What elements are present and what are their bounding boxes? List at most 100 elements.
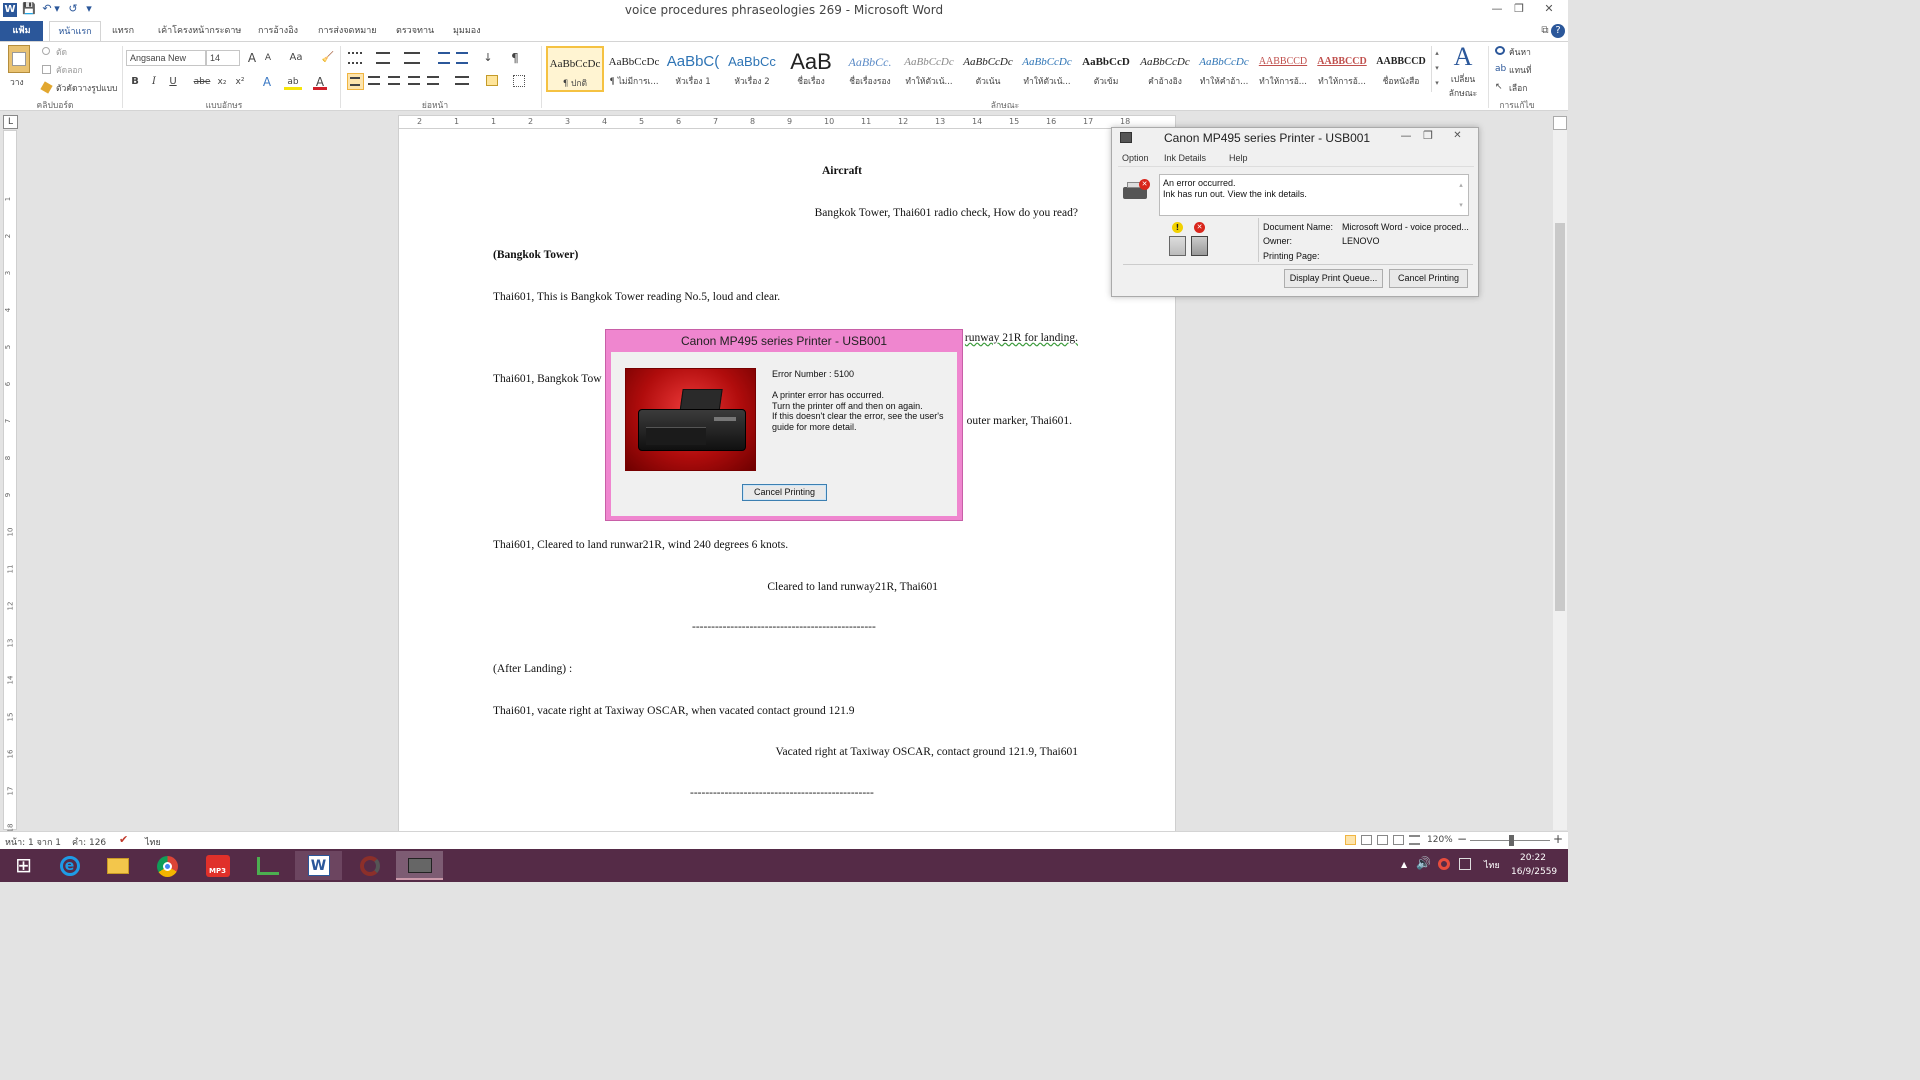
page-count[interactable]: หน้า: 1 จาก 1 <box>5 835 61 849</box>
decrease-indent-icon[interactable] <box>438 52 450 64</box>
bullets-icon[interactable] <box>348 52 362 64</box>
tab-review[interactable]: ตรวจทาน <box>388 21 442 41</box>
find-label[interactable]: ค้นหา <box>1509 45 1531 59</box>
web-layout-icon[interactable] <box>1377 835 1388 845</box>
replace-label[interactable]: แทนที่ <box>1509 63 1532 77</box>
style-emphasis[interactable]: AaBbCcDc ตัวเน้น <box>959 46 1017 92</box>
borders-icon[interactable] <box>513 75 525 87</box>
tab-mailings[interactable]: การส่งจดหมาย <box>310 21 385 41</box>
font-size-combo[interactable]: 14 <box>206 50 240 66</box>
bold-button[interactable]: B <box>128 74 142 90</box>
find-icon[interactable] <box>1495 46 1505 55</box>
copy-label[interactable]: คัดลอก <box>56 63 83 77</box>
scrollbar-thumb[interactable] <box>1555 223 1565 611</box>
styles-gallery[interactable]: AaBbCcDc ¶ ปกติ AaBbCcDc ¶ ไม่มีการเ... Aa… <box>546 46 1441 92</box>
select-icon[interactable]: ↖ <box>1495 82 1505 92</box>
cut-label[interactable]: ตัด <box>56 45 67 59</box>
format-painter-label[interactable]: ตัวคัดวางรูปแบบ <box>56 81 117 95</box>
align-center-button[interactable] <box>368 76 380 85</box>
shading-icon[interactable] <box>486 75 498 86</box>
display-print-queue-button[interactable]: Display Print Queue... <box>1284 269 1383 288</box>
cut-icon[interactable] <box>42 47 50 55</box>
tab-home[interactable]: หน้าแรก <box>49 21 101 41</box>
clock-time[interactable]: 20:22 <box>1520 853 1546 863</box>
word-count[interactable]: คำ: 126 <box>72 835 106 849</box>
justify-button[interactable] <box>408 76 420 85</box>
tray-overflow-icon[interactable]: ▲ <box>1401 860 1407 869</box>
tray-app-icon[interactable] <box>1438 858 1450 870</box>
zoom-out-button[interactable]: − <box>1457 832 1467 846</box>
change-styles-label[interactable]: เปลี่ยน ลักษณะ <box>1441 72 1485 100</box>
tab-file[interactable]: แฟ้ม <box>0 21 43 41</box>
grow-font-icon[interactable]: A <box>245 50 259 66</box>
start-button[interactable]: ⊞ <box>0 851 47 880</box>
monitor-cancel-printing-button[interactable]: Cancel Printing <box>1389 269 1468 288</box>
show-formatting-icon[interactable]: ¶ <box>508 50 522 66</box>
tab-references[interactable]: การอ้างอิง <box>250 21 306 41</box>
select-label[interactable]: เลือก <box>1509 81 1527 95</box>
language-indicator[interactable]: ไทย <box>145 835 161 849</box>
stats-app-taskbar-icon[interactable] <box>244 851 291 880</box>
font-color-button[interactable]: A <box>313 74 327 90</box>
clock-date[interactable]: 16/9/2559 <box>1511 867 1557 877</box>
paste-label[interactable]: วาง <box>10 75 24 89</box>
style-quote[interactable]: AaBbCcDc คำอ้างอิง <box>1136 46 1194 92</box>
highlight-button[interactable]: ab <box>284 74 302 90</box>
tab-selector-icon[interactable]: L <box>3 115 18 129</box>
style-title[interactable]: AaB ชื่อเรื่อง <box>782 46 840 92</box>
menu-ink-details[interactable]: Ink Details <box>1164 153 1206 163</box>
monitor-close-button[interactable]: ✕ <box>1440 128 1475 144</box>
multilevel-list-icon[interactable] <box>404 52 420 64</box>
close-button[interactable]: ✕ <box>1538 0 1560 18</box>
internet-explorer-taskbar-icon[interactable]: e <box>46 851 93 880</box>
style-intense-emphasis[interactable]: AaBbCcDc ทำให้ตัวเน้... <box>1018 46 1076 92</box>
style-normal[interactable]: AaBbCcDc ¶ ปกติ <box>546 46 604 92</box>
zoom-slider-thumb[interactable] <box>1509 835 1514 846</box>
error-cancel-printing-button[interactable]: Cancel Printing <box>742 484 827 501</box>
style-intense-reference[interactable]: AABBCCD ทำให้การอ้... <box>1313 46 1371 92</box>
increase-indent-icon[interactable] <box>456 52 468 64</box>
style-strong[interactable]: AaBbCcD ตัวเข้ม <box>1077 46 1135 92</box>
replace-icon[interactable]: ab <box>1495 64 1506 74</box>
zoom-in-button[interactable]: + <box>1553 832 1563 846</box>
tab-insert[interactable]: แทรก <box>104 21 142 41</box>
menu-help[interactable]: Help <box>1229 153 1248 163</box>
zoom-level[interactable]: 120% <box>1427 835 1453 845</box>
style-subtle-emphasis[interactable]: AaBbCcDc ทำให้ตัวเน้... <box>900 46 958 92</box>
subscript-button[interactable]: x₂ <box>215 74 229 90</box>
align-right-button[interactable] <box>388 76 400 85</box>
underline-button[interactable]: U <box>166 74 180 90</box>
shrink-font-icon[interactable]: A <box>262 50 274 66</box>
volume-icon[interactable]: 🔊 <box>1416 856 1431 870</box>
ink-status-icon[interactable]: ! ✕ <box>1167 222 1217 258</box>
horizontal-ruler[interactable]: 2 1 1 2 3 4 5 6 7 8 9 10 11 12 13 14 15 16 17 18 <box>398 115 1176 129</box>
distributed-button[interactable] <box>427 76 439 85</box>
italic-button[interactable]: I <box>147 74 161 90</box>
chrome-taskbar-icon[interactable] <box>144 851 191 880</box>
mp3-app-taskbar-icon[interactable]: MP3 <box>194 851 241 880</box>
printer-monitor-taskbar-icon[interactable] <box>396 851 443 880</box>
vertical-ruler[interactable]: 12345678910111213141516171819 <box>3 130 17 869</box>
strikethrough-button[interactable]: abe <box>193 74 211 90</box>
style-subtitle[interactable]: AaBbCc. ชื่อเรื่องรอง <box>841 46 899 92</box>
outline-view-icon[interactable] <box>1393 835 1404 845</box>
media-app-taskbar-icon[interactable] <box>346 851 393 880</box>
change-case-icon[interactable]: Aa <box>287 50 305 66</box>
draft-view-icon[interactable] <box>1409 835 1420 845</box>
style-heading-2[interactable]: AaBbCc หัวเรื่อง 2 <box>723 46 781 92</box>
style-book-title[interactable]: AABBCCD ชื่อหนังสือ <box>1372 46 1430 92</box>
help-icon[interactable]: ? <box>1551 24 1565 38</box>
tab-page-layout[interactable]: เค้าโครงหน้ากระดาษ <box>150 21 249 41</box>
network-icon[interactable] <box>1459 858 1471 870</box>
align-left-button[interactable] <box>347 73 364 90</box>
style-no-spacing[interactable]: AaBbCcDc ¶ ไม่มีการเ... <box>605 46 663 92</box>
style-intense-quote[interactable]: AaBbCcDc ทำให้คำอ้า... <box>1195 46 1253 92</box>
input-language[interactable]: ไทย <box>1484 858 1500 872</box>
message-scroll-icon[interactable]: ▴ ▾ <box>1456 175 1466 215</box>
file-explorer-taskbar-icon[interactable] <box>94 851 141 880</box>
format-painter-icon[interactable] <box>40 81 53 94</box>
proofing-icon[interactable]: ✔ <box>119 833 128 846</box>
monitor-minimize-button[interactable]: — <box>1395 127 1417 145</box>
full-screen-reading-icon[interactable] <box>1361 835 1372 845</box>
tab-view[interactable]: มุมมอง <box>445 21 489 41</box>
